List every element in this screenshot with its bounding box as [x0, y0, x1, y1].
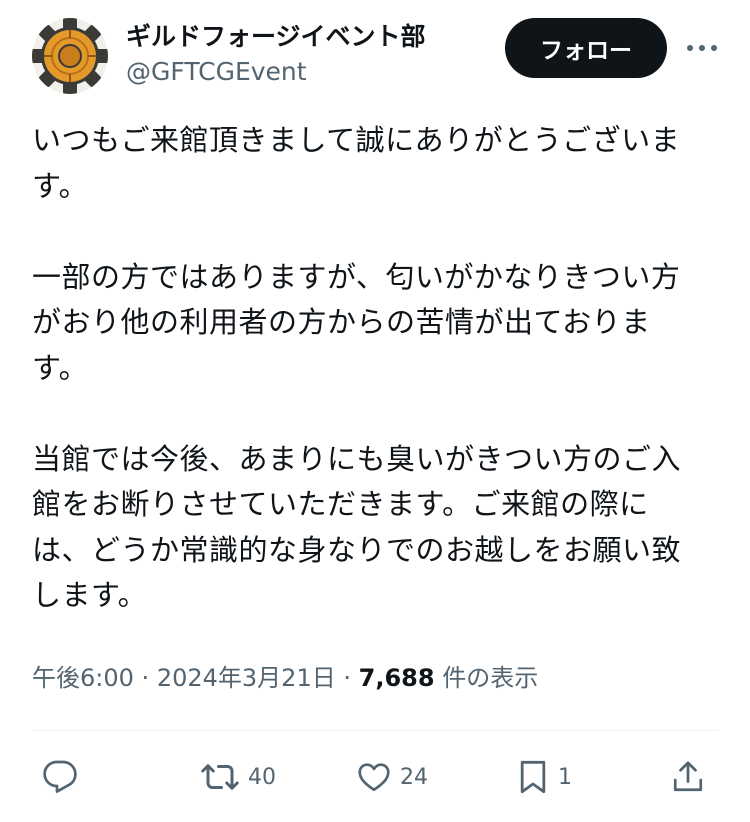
tweet-paragraph: いつもご来館頂きまして誠にありがとうございま す。 [32, 118, 718, 209]
text-line: 一部の方ではありますが、匂いがかなりきつい方 [32, 259, 681, 294]
retweet-button[interactable]: 40 [200, 752, 276, 802]
text-line: します。 [32, 578, 148, 612]
post-date[interactable]: 2024年3月21日 [157, 664, 336, 692]
avatar[interactable] [32, 18, 108, 94]
text-line: す。 [32, 350, 89, 385]
retweet-icon [201, 764, 239, 790]
retweet-count: 40 [248, 764, 276, 790]
bookmark-icon [520, 760, 546, 794]
author-names: ギルドフォージイベント部 @GFTCGEvent [126, 20, 426, 90]
text-line: 館をお断りさせていただきます。ご来館の際に [32, 487, 649, 521]
text-line: す。 [32, 168, 89, 203]
reply-button[interactable] [42, 752, 86, 802]
user-handle[interactable]: @GFTCGEvent [126, 54, 426, 90]
heart-icon [358, 763, 390, 792]
action-bar: 40 24 1 [32, 752, 718, 804]
tweet-text: いつもご来館頂きまして誠にありがとうございま す。 一部の方ではありますが、匂い… [32, 118, 718, 619]
meta-separator: · [141, 664, 150, 692]
divider [32, 730, 718, 731]
like-count: 24 [400, 764, 428, 790]
post-time[interactable]: 午後6:00 [32, 664, 134, 692]
gear-logo-icon [32, 18, 108, 94]
tweet-meta: 午後6:00 · 2024年3月21日 · 7,688 件の表示 [32, 658, 538, 698]
display-name[interactable]: ギルドフォージイベント部 [126, 20, 426, 54]
text-line: いつもご来館頂きまして誠にありがとうございま [32, 123, 681, 157]
views-label: 件の表示 [442, 664, 539, 692]
tweet-paragraph: 当館では今後、あまりにも臭いがきつい方のご入 館をお断りさせていただきます。ご来… [32, 437, 718, 619]
share-icon [673, 761, 703, 792]
views-count[interactable]: 7,688 [359, 664, 435, 692]
like-button[interactable]: 24 [356, 752, 428, 802]
meta-separator: · [343, 664, 351, 692]
reply-icon [43, 760, 77, 793]
follow-button[interactable]: フォロー [505, 18, 667, 78]
bookmark-count: 1 [558, 764, 572, 790]
tweet-paragraph: 一部の方ではありますが、匂いがかなりきつい方 がおり他の利用者の方からの苦情が出… [32, 255, 718, 392]
tweet-header: ギルドフォージイベント部 @GFTCGEvent フォロー [32, 18, 722, 96]
bookmark-button[interactable]: 1 [516, 752, 572, 802]
more-options-icon[interactable] [684, 32, 720, 64]
text-line: 当館では今後、あまりにも臭いがきつい方のご入 [32, 441, 682, 476]
text-line: は、どうか常識的な身なりでのお越しをお願い致 [32, 532, 682, 567]
text-line: がおり他の利用者の方からの苦情が出ておりま [32, 305, 651, 339]
share-button[interactable] [670, 752, 706, 802]
